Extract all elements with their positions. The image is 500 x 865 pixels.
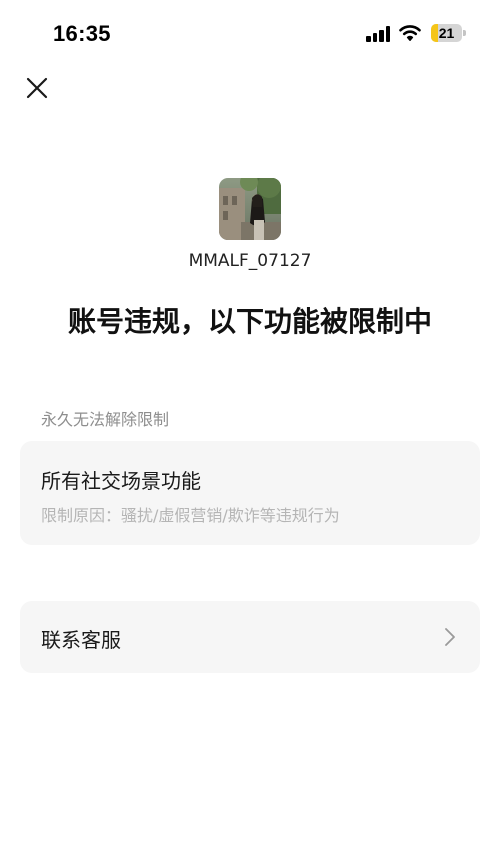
avatar [219,178,281,240]
page-title: 账号违规，以下功能被限制中 [67,305,432,338]
contact-support-label: 联系客服 [41,628,121,652]
wifi-icon [399,25,421,41]
chevron-right-icon [445,628,455,646]
status-time: 16:35 [53,21,111,46]
close-icon [26,77,48,99]
restriction-card: 所有社交场景功能 限制原因：骚扰/虚假营销/欺诈等违规行为 [20,441,480,545]
restriction-title: 所有社交场景功能 [41,469,201,493]
signal-icon [366,26,390,42]
restriction-reason: 限制原因：骚扰/虚假营销/欺诈等违规行为 [41,506,340,525]
battery-icon: 21 [431,24,466,42]
section-label: 永久无法解除限制 [41,410,170,429]
contact-support-button[interactable]: 联系客服 [20,601,480,673]
status-bar: 16:35 21 [0,0,500,70]
battery-level: 21 [438,25,455,41]
close-button[interactable] [22,73,52,103]
username: MMALF_07127 [188,251,312,271]
